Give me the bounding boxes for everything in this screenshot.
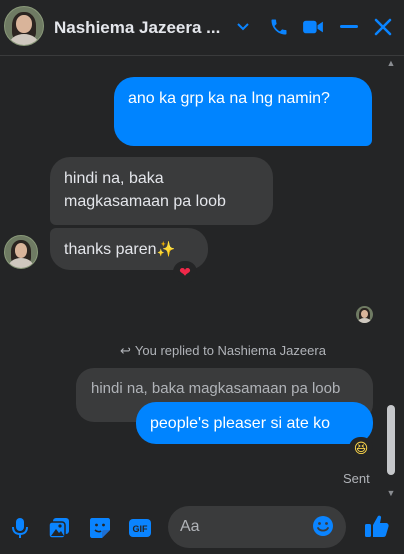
contact-name[interactable]: Nashiema Jazeera ... — [54, 18, 220, 38]
scrollbar[interactable]: ▲ ▼ — [384, 58, 398, 498]
message-outgoing[interactable]: ano ka grp ka na lng namin? — [114, 77, 372, 146]
close-icon[interactable] — [370, 14, 396, 40]
thumbs-up-icon[interactable] — [363, 512, 391, 540]
emoji-icon[interactable] — [312, 515, 336, 539]
contact-avatar[interactable] — [4, 6, 44, 46]
message-text: thanks paren — [64, 241, 157, 258]
sender-avatar[interactable] — [4, 235, 38, 269]
message-input[interactable] — [180, 516, 310, 538]
message-incoming[interactable]: hindi na, baka magkasamaan pa loob — [50, 157, 273, 225]
message-status: Sent — [343, 471, 370, 486]
minimize-icon[interactable] — [336, 14, 362, 40]
heart-reaction-icon[interactable]: ❤ — [173, 261, 197, 283]
message-outgoing[interactable]: people's pleaser si ate ko — [136, 402, 373, 444]
video-icon[interactable] — [300, 14, 326, 40]
sticker-icon[interactable] — [88, 516, 112, 540]
sparkles-icon: ✨ — [156, 241, 176, 258]
reply-note: ↩ You replied to Nashiema Jazeera — [120, 343, 326, 359]
gallery-icon[interactable] — [47, 516, 71, 540]
phone-icon[interactable] — [266, 14, 292, 40]
chevron-down-icon[interactable] — [230, 14, 256, 40]
message-input-box[interactable] — [168, 506, 346, 548]
chat-header: Nashiema Jazeera ... — [0, 0, 404, 56]
scroll-up-icon[interactable]: ▲ — [386, 58, 396, 68]
laugh-reaction-icon[interactable]: 😆 — [349, 437, 373, 459]
reply-note-text: You replied to Nashiema Jazeera — [134, 343, 326, 358]
gif-icon[interactable]: GIF — [128, 516, 152, 540]
scroll-down-icon[interactable]: ▼ — [386, 488, 396, 498]
read-receipt-avatar — [356, 306, 373, 323]
scroll-thumb[interactable] — [387, 405, 395, 475]
gif-label: GIF — [133, 524, 149, 534]
reply-arrow-icon: ↩ — [120, 343, 131, 358]
microphone-icon[interactable] — [8, 516, 32, 540]
